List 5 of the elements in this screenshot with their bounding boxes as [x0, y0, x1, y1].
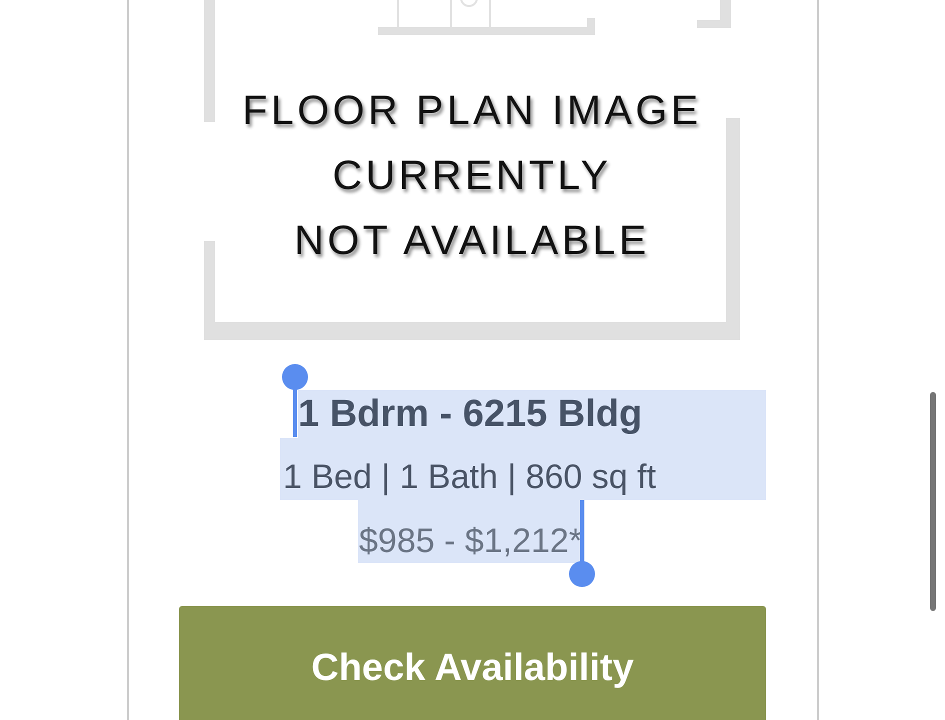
- image-unavailable-text: FLOOR PLAN IMAGE CURRENTLY NOT AVAILABLE: [242, 86, 702, 265]
- unit-title: 1 Bdrm - 6215 Bldg: [298, 392, 642, 437]
- price-range-text: $985 - $1,212*: [359, 521, 582, 562]
- unit-details-text: 1 Bed | 1 Bath | 860 sq ft: [283, 457, 658, 498]
- check-availability-button[interactable]: Check Availability: [179, 606, 766, 720]
